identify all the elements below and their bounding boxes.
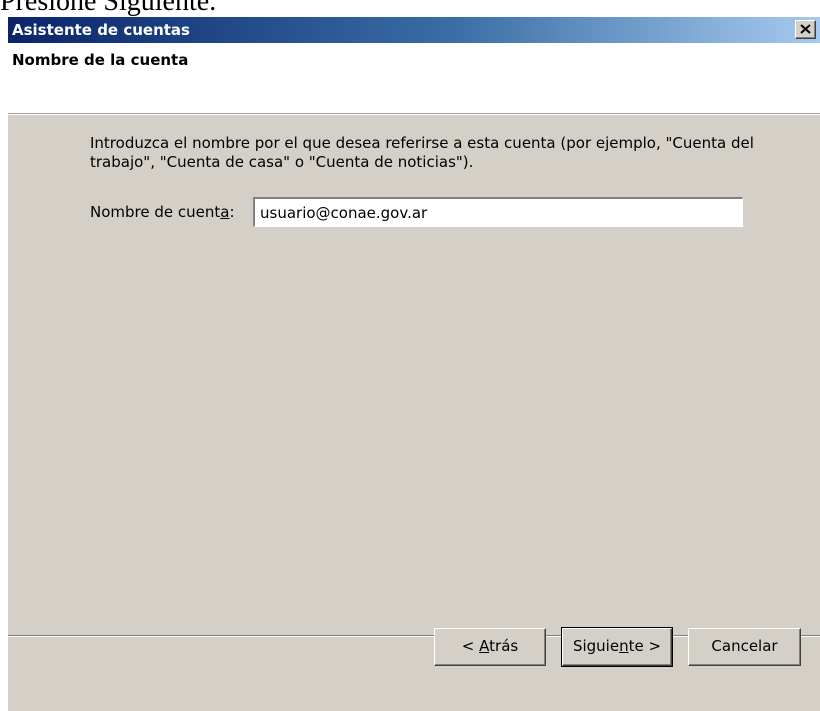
back-button[interactable]: < Atrás: [434, 628, 546, 666]
window-title: Asistente de cuentas: [12, 21, 190, 39]
cancel-button[interactable]: Cancelar: [688, 628, 801, 666]
wizard-header: Nombre de la cuenta: [8, 43, 820, 114]
next-button[interactable]: Siguiente >: [561, 627, 673, 667]
close-icon: [800, 24, 811, 34]
account-name-input[interactable]: [253, 197, 743, 227]
title-bar[interactable]: Asistente de cuentas: [8, 17, 820, 43]
page-caption: Presione Siguiente.: [0, 0, 217, 17]
close-button[interactable]: [795, 20, 816, 39]
instruction-text: Introduzca el nombre por el que desea re…: [90, 134, 754, 171]
account-name-row: Nombre de cuenta:: [90, 197, 750, 227]
account-name-label: Nombre de cuenta:: [90, 203, 235, 221]
account-wizard-dialog: Asistente de cuentas Nombre de la cuenta…: [8, 17, 820, 711]
page-title: Nombre de la cuenta: [12, 51, 189, 69]
